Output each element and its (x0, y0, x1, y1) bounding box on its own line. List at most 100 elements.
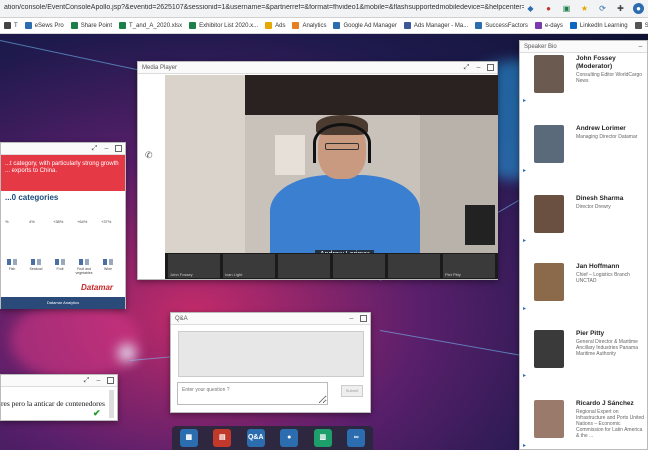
slide-window: ⤢ – ...t category, with particularly str… (0, 142, 126, 309)
bookmark-item[interactable]: Exhibitor List 2020.x... (189, 22, 258, 29)
bookmark-item[interactable]: Ads (265, 22, 285, 29)
expand-arrow-icon[interactable]: ▸ (523, 442, 526, 449)
chat-scrollbar[interactable] (109, 390, 114, 418)
bookmark-item[interactable]: SuccessFactors (475, 22, 528, 29)
minimize-icon[interactable]: – (103, 145, 110, 152)
speaker-photo (534, 330, 564, 368)
expand-arrow-icon[interactable]: ▸ (523, 237, 526, 244)
bookmark-item[interactable]: Google Ad Manager (333, 22, 397, 29)
minimize-icon[interactable]: – (475, 64, 482, 71)
participant-thumbnail[interactable]: John Fossey (168, 254, 220, 278)
expand-icon[interactable]: ⤢ (91, 145, 98, 152)
participant-thumbnail[interactable]: Ivan Light (223, 254, 275, 278)
maximize-icon[interactable] (360, 315, 367, 322)
printer (465, 205, 495, 245)
extension-icon[interactable]: ⟳ (597, 3, 608, 14)
qa-window: Q&A – Submit (170, 312, 371, 413)
bookmark-item[interactable]: Service Now (634, 22, 648, 29)
puzzle-icon[interactable]: ✚ (615, 3, 626, 14)
qa-titlebar[interactable]: Q&A – (171, 313, 370, 325)
media-player-titlebar[interactable]: Media Player ⤢ – (138, 62, 497, 74)
participant-thumbnail[interactable]: Piet Pitty (443, 254, 495, 278)
slide-headline: ...t category, with particularly strong … (1, 155, 125, 191)
speaker-bio-titlebar[interactable]: Speaker Bio – (520, 41, 647, 53)
bookmark-item[interactable]: eSews Pro (24, 22, 64, 29)
speaker-card[interactable]: Andrew Lorimer Managing Director Datamar ▸ (520, 123, 647, 189)
links-dock-button[interactable]: ∞ (347, 429, 366, 447)
bookmark-item[interactable]: LinkedIn Learning (569, 22, 628, 29)
presenter-glasses (325, 143, 359, 150)
submit-button[interactable]: Submit (341, 385, 363, 397)
speaker-name: Dinesh Sharma (576, 195, 624, 202)
bookmark-label: Ads Manager - Ma... (413, 22, 469, 29)
speaker-role: Managing Director Datamar (576, 134, 638, 140)
background-glow (10, 300, 140, 380)
slide-percentage: % (5, 219, 9, 224)
maximize-icon[interactable] (487, 64, 494, 71)
minimize-icon[interactable]: – (637, 43, 644, 50)
bookmark-label: Exhibitor List 2020.x... (199, 22, 259, 29)
resources-dock-button[interactable]: ▥ (313, 429, 332, 447)
bookmark-item[interactable]: T (4, 22, 18, 29)
expand-arrow-icon[interactable]: ▸ (523, 97, 526, 104)
bookmark-item[interactable]: Ads Manager - Ma... (403, 22, 469, 29)
expand-arrow-icon[interactable]: ▸ (523, 305, 526, 312)
bookmark-item[interactable]: e-days (534, 22, 563, 29)
participant-thumbnail[interactable] (333, 254, 385, 278)
slides-dock-button[interactable]: ▦ (179, 429, 198, 447)
speaker-name: John Fossey (Moderator) (576, 55, 616, 70)
maximize-icon[interactable] (107, 377, 114, 384)
speaker-card[interactable]: Pier Pitty General Director & Maritime An… (520, 328, 647, 394)
bookmark-label: Analytics (302, 22, 327, 29)
qa-history-area (178, 331, 364, 377)
speaker-card[interactable]: Jan Hoffmann Chief – Logistics Branch UNC… (520, 261, 647, 327)
participant-thumbnail[interactable] (388, 254, 440, 278)
bookmark-icon (569, 22, 577, 29)
bookmark-label: Share Point (80, 22, 113, 29)
speaker-name: Ricardo J Sánchez (576, 400, 634, 407)
extension-icon[interactable]: ▣ (561, 3, 572, 14)
participant-thumbnail[interactable] (278, 254, 330, 278)
maximize-icon[interactable] (115, 145, 122, 152)
speaker-bio-window: Speaker Bio – John Fossey (Moderator) Con… (519, 40, 648, 450)
bookmark-item[interactable]: Analytics (292, 22, 326, 29)
bookmark-item[interactable]: T_and_A_2020.xlsx (119, 22, 182, 29)
bookmark-label: Ads (275, 22, 286, 29)
chat-titlebar[interactable]: ⤢ – (1, 375, 117, 387)
speaker-card[interactable]: Ricardo J Sánchez Regional Expert on Infr… (520, 398, 647, 450)
minimize-icon[interactable]: – (95, 377, 102, 384)
slide-subheading: ...0 categories (5, 193, 59, 202)
speaker-card[interactable]: Dinesh Sharma Director Drewry ▸ (520, 193, 647, 259)
bookmark-icon (265, 22, 273, 29)
expand-arrow-icon[interactable]: ▸ (523, 372, 526, 379)
extension-icon[interactable]: ● (543, 3, 554, 14)
speaker-card[interactable]: John Fossey (Moderator) Consulting Editor… (520, 53, 647, 119)
avatar[interactable]: ● (633, 3, 644, 14)
bookmark-icon (24, 22, 32, 29)
bookmark-item[interactable]: Share Point (70, 22, 113, 29)
slide-bar (37, 259, 41, 265)
bookmark-icon (119, 22, 127, 29)
speaker-dock-button[interactable]: ● (280, 429, 299, 447)
video-feed[interactable]: Andrew Lorimer John FosseyIvan LightPiet… (165, 75, 498, 279)
phone-icon[interactable]: ✆ (145, 150, 153, 161)
bookmark-icon (534, 22, 542, 29)
bookmark-icon (475, 22, 483, 29)
slide-window-titlebar[interactable]: ⤢ – (1, 143, 125, 155)
qa-dock-button[interactable]: Q&A (246, 429, 265, 447)
extension-icon[interactable]: ◆ (525, 3, 536, 14)
slide-bar-label: Fish (8, 267, 16, 271)
minimize-icon[interactable]: – (348, 315, 355, 322)
expand-icon[interactable]: ⤢ (83, 377, 90, 384)
browser-address-bar[interactable]: ation/console/EventConsoleApollo.jsp?&ev… (0, 0, 648, 18)
expand-arrow-icon[interactable]: ▸ (523, 167, 526, 174)
slide-bar-label: Fruit (56, 267, 64, 271)
speaker-photo (534, 400, 564, 438)
question-input[interactable] (177, 382, 328, 405)
extension-icon[interactable]: ★ (579, 3, 590, 14)
participant-name: Ivan Light (225, 272, 243, 277)
speaker-name: Jan Hoffmann (576, 263, 620, 270)
expand-icon[interactable]: ⤢ (463, 64, 470, 71)
url-text[interactable]: ation/console/EventConsoleApollo.jsp?&ev… (4, 4, 524, 11)
media-dock-button[interactable]: ▤ (213, 429, 232, 447)
